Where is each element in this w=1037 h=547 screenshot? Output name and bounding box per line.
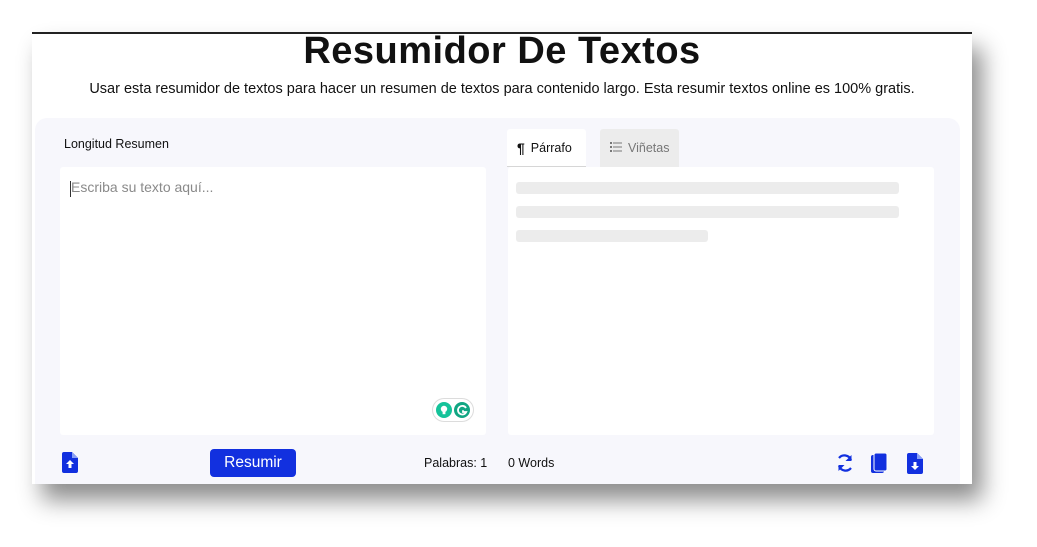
grammarly-widget[interactable] <box>433 399 473 421</box>
resumir-button[interactable]: Resumir <box>210 449 296 477</box>
output-area <box>508 167 934 435</box>
pilcrow-icon: ¶ <box>517 139 525 156</box>
page-title: Resumidor De Textos <box>303 32 701 72</box>
tab-parrafo-label: Párrafo <box>530 140 572 155</box>
copy-icon[interactable] <box>871 452 891 475</box>
file-upload-icon[interactable] <box>62 452 78 474</box>
loading-placeholder-line <box>516 182 899 194</box>
output-word-count: 0 Words <box>508 456 555 470</box>
input-area <box>60 167 486 435</box>
loading-placeholder-line <box>516 206 899 218</box>
text-input[interactable] <box>60 167 486 435</box>
summary-length-label: Longitud Resumen <box>64 137 169 151</box>
list-icon <box>610 141 622 155</box>
file-download-icon[interactable] <box>907 453 927 475</box>
page-subtitle: Usar esta resumidor de textos para hacer… <box>89 81 915 97</box>
refresh-icon[interactable] <box>835 453 855 475</box>
tab-vinetas-label: Viñetas <box>628 141 670 155</box>
bottom-toolbar: Resumir Palabras: 1 0 Words <box>35 448 960 484</box>
text-cursor <box>70 181 71 197</box>
browser-window: Resumidor De Textos Usar esta resumidor … <box>32 32 972 484</box>
input-word-count: Palabras: 1 <box>424 456 488 470</box>
loading-placeholder-line <box>516 230 708 242</box>
summarizer-panel: Longitud Resumen ¶ Párrafo <box>35 118 960 484</box>
widget-glyphs <box>440 405 468 416</box>
tab-vinetas[interactable]: Viñetas <box>600 129 679 167</box>
tab-parrafo[interactable]: ¶ Párrafo <box>507 129 586 167</box>
